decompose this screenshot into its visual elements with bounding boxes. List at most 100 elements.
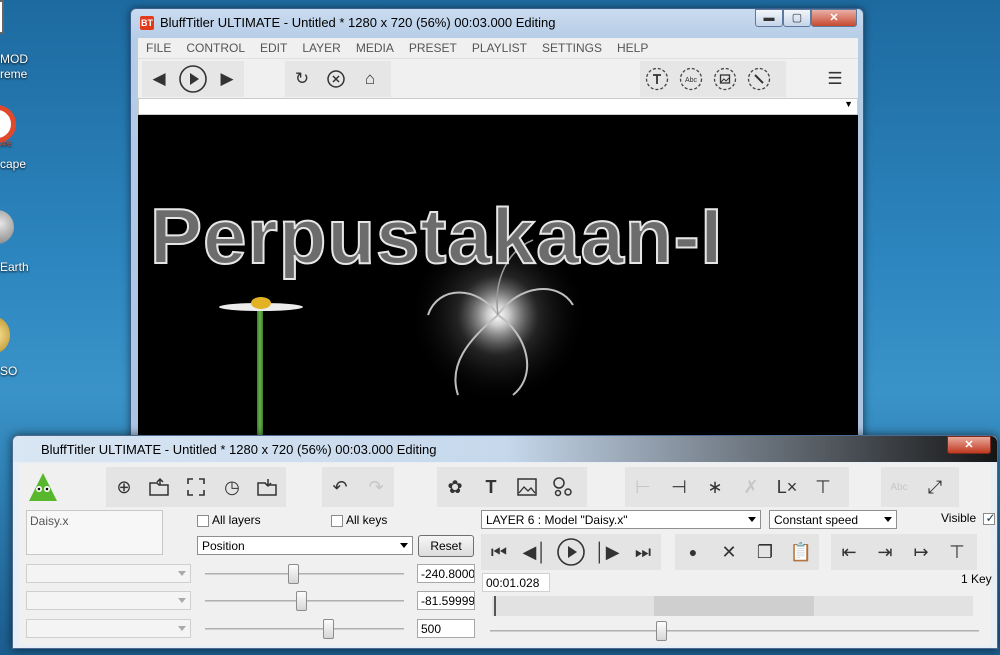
playback-group: ◀ ▶ [142,61,244,97]
speed-select-value: Constant speed [774,513,859,527]
home-icon[interactable]: ⌂ [353,64,387,94]
copy-key-icon[interactable]: ❐ [747,535,783,569]
parameter-select-2[interactable] [26,591,191,610]
link-tool-group: ⊢ ⊣ ∗ ✗ L× ⊤ [625,467,849,507]
layer-child-icon[interactable]: ⊣ [661,470,697,504]
shrink-key-icon[interactable]: ⊤ [939,535,975,569]
add-circle-icon[interactable]: ⊕ [106,470,142,504]
preview-canvas[interactable]: Perpustakaan-I [138,115,858,445]
image-tool-icon[interactable] [509,470,545,504]
layer-link-icon[interactable]: ⊢ [625,470,661,504]
delete-key-icon[interactable]: ✕ [711,535,747,569]
arrow-right-icon[interactable]: ▶ [210,64,244,94]
time-slider[interactable] [490,621,979,641]
menu-icon[interactable]: ☰ [818,64,852,94]
undo-icon[interactable]: ↶ [322,470,358,504]
slider-thumb[interactable] [287,564,299,584]
parameter-select-3[interactable] [26,619,191,638]
menu-layer[interactable]: LAYER [302,41,340,55]
shapes-tool-icon[interactable] [545,470,581,504]
refresh-icon[interactable]: ↻ [285,64,319,94]
preset-dropdown[interactable]: ▼ [138,98,858,115]
abc-expand-icon[interactable]: Abc [881,470,917,504]
slider-thumb[interactable] [656,621,668,641]
open-folder-icon[interactable] [142,470,178,504]
menu-playlist[interactable]: PLAYLIST [472,41,527,55]
record-key-icon[interactable]: ● [675,535,711,569]
undo-redo-group: ↶ ↷ [322,467,394,507]
value-field-3[interactable]: 500 [417,619,475,638]
menu-media[interactable]: MEDIA [356,41,394,55]
brush-icon[interactable] [742,64,776,94]
layer-unlink-icon[interactable]: L× [769,470,805,504]
menu-file[interactable]: FILE [146,41,171,55]
skip-end-icon[interactable]: ⏭ [625,535,661,569]
property-select[interactable]: Position [197,536,413,555]
value-slider-2[interactable] [205,591,404,611]
control-window-titlebar: BluffTitler ULTIMATE - Untitled * 1280 x… [13,436,997,462]
menu-preset[interactable]: PRESET [409,41,457,55]
redo-icon[interactable]: ↷ [358,470,394,504]
blob-layer-icon[interactable]: ✿ [437,470,473,504]
clock-icon[interactable]: ◷ [214,470,250,504]
google-earth-icon [0,210,14,244]
timeline-cursor [494,596,496,616]
maximize-button[interactable]: ▢ [783,9,811,27]
menu-edit[interactable]: EDIT [260,41,287,55]
play-icon[interactable] [553,535,589,569]
paste-key-icon[interactable]: 📋 [783,535,819,569]
all-layers-checkbox[interactable] [197,514,209,527]
slider-thumb[interactable] [323,619,335,639]
text-layer-icon[interactable] [640,64,674,94]
visible-checkbox[interactable] [983,511,996,525]
speed-select[interactable]: Constant speed [769,510,897,529]
transport-group: ⏮ ◀│ │▶ ⏭ [481,534,661,570]
all-layers-option[interactable]: All layers [197,513,261,527]
key-timeline[interactable] [492,596,973,616]
image-expand-icon[interactable]: ⤢ [917,470,953,504]
step-forward-icon[interactable]: │▶ [589,535,625,569]
save-folder-icon[interactable] [250,470,286,504]
step-back-icon[interactable]: ◀│ [517,535,553,569]
time-field[interactable]: 00:01.028 [482,573,550,592]
layer-name-box[interactable]: Daisy.x [26,510,163,555]
last-key-icon[interactable]: ⇥ [867,535,903,569]
layer-attach-icon[interactable]: ∗ [697,470,733,504]
image-layer-icon[interactable] [708,64,742,94]
expand-key-icon[interactable]: ↦ [903,535,939,569]
parameter-select-1[interactable] [26,564,191,583]
fit-frame-icon[interactable] [178,470,214,504]
value-slider-3[interactable] [205,619,404,639]
layer-merge-icon[interactable]: ✗ [733,470,769,504]
canvas-title-text: Perpustakaan-I [149,191,724,281]
slider-thumb[interactable] [295,591,307,611]
layer-select[interactable]: LAYER 6 : Model "Daisy.x" [481,510,761,529]
chevron-down-icon: ▼ [844,99,853,109]
reset-button[interactable]: Reset [418,535,474,557]
close-button[interactable]: ✕ [947,436,991,454]
all-keys-option[interactable]: All keys [331,513,387,527]
value-field-1[interactable]: -240.80000 [417,564,475,583]
key-count: 1 Key [961,572,992,586]
visible-option[interactable]: Visible [941,511,998,525]
desktop-icon-label: APE [0,142,13,148]
arrow-left-icon[interactable]: ◀ [142,64,176,94]
menu-help[interactable]: HELP [617,41,648,55]
first-key-icon[interactable]: ⇤ [831,535,867,569]
close-button[interactable]: ✕ [811,9,857,27]
skip-start-icon[interactable]: ⏮ [481,535,517,569]
menu-control[interactable]: CONTROL [186,41,245,55]
layer-name: Daisy.x [30,514,69,528]
value-slider-1[interactable] [205,564,404,584]
desktop-icon-label: SO [0,364,18,378]
all-layers-label: All layers [212,513,261,527]
value-field-2[interactable]: -81.599998 [417,591,475,610]
play-icon[interactable] [176,64,210,94]
all-keys-checkbox[interactable] [331,514,343,527]
menu-settings[interactable]: SETTINGS [542,41,602,55]
layer-split-icon[interactable]: ⊤ [805,470,841,504]
abc-layer-icon[interactable]: Abc [674,64,708,94]
stop-circle-icon[interactable] [319,64,353,94]
text-tool-icon[interactable]: T [473,470,509,504]
minimize-button[interactable]: ▬ [755,9,783,27]
